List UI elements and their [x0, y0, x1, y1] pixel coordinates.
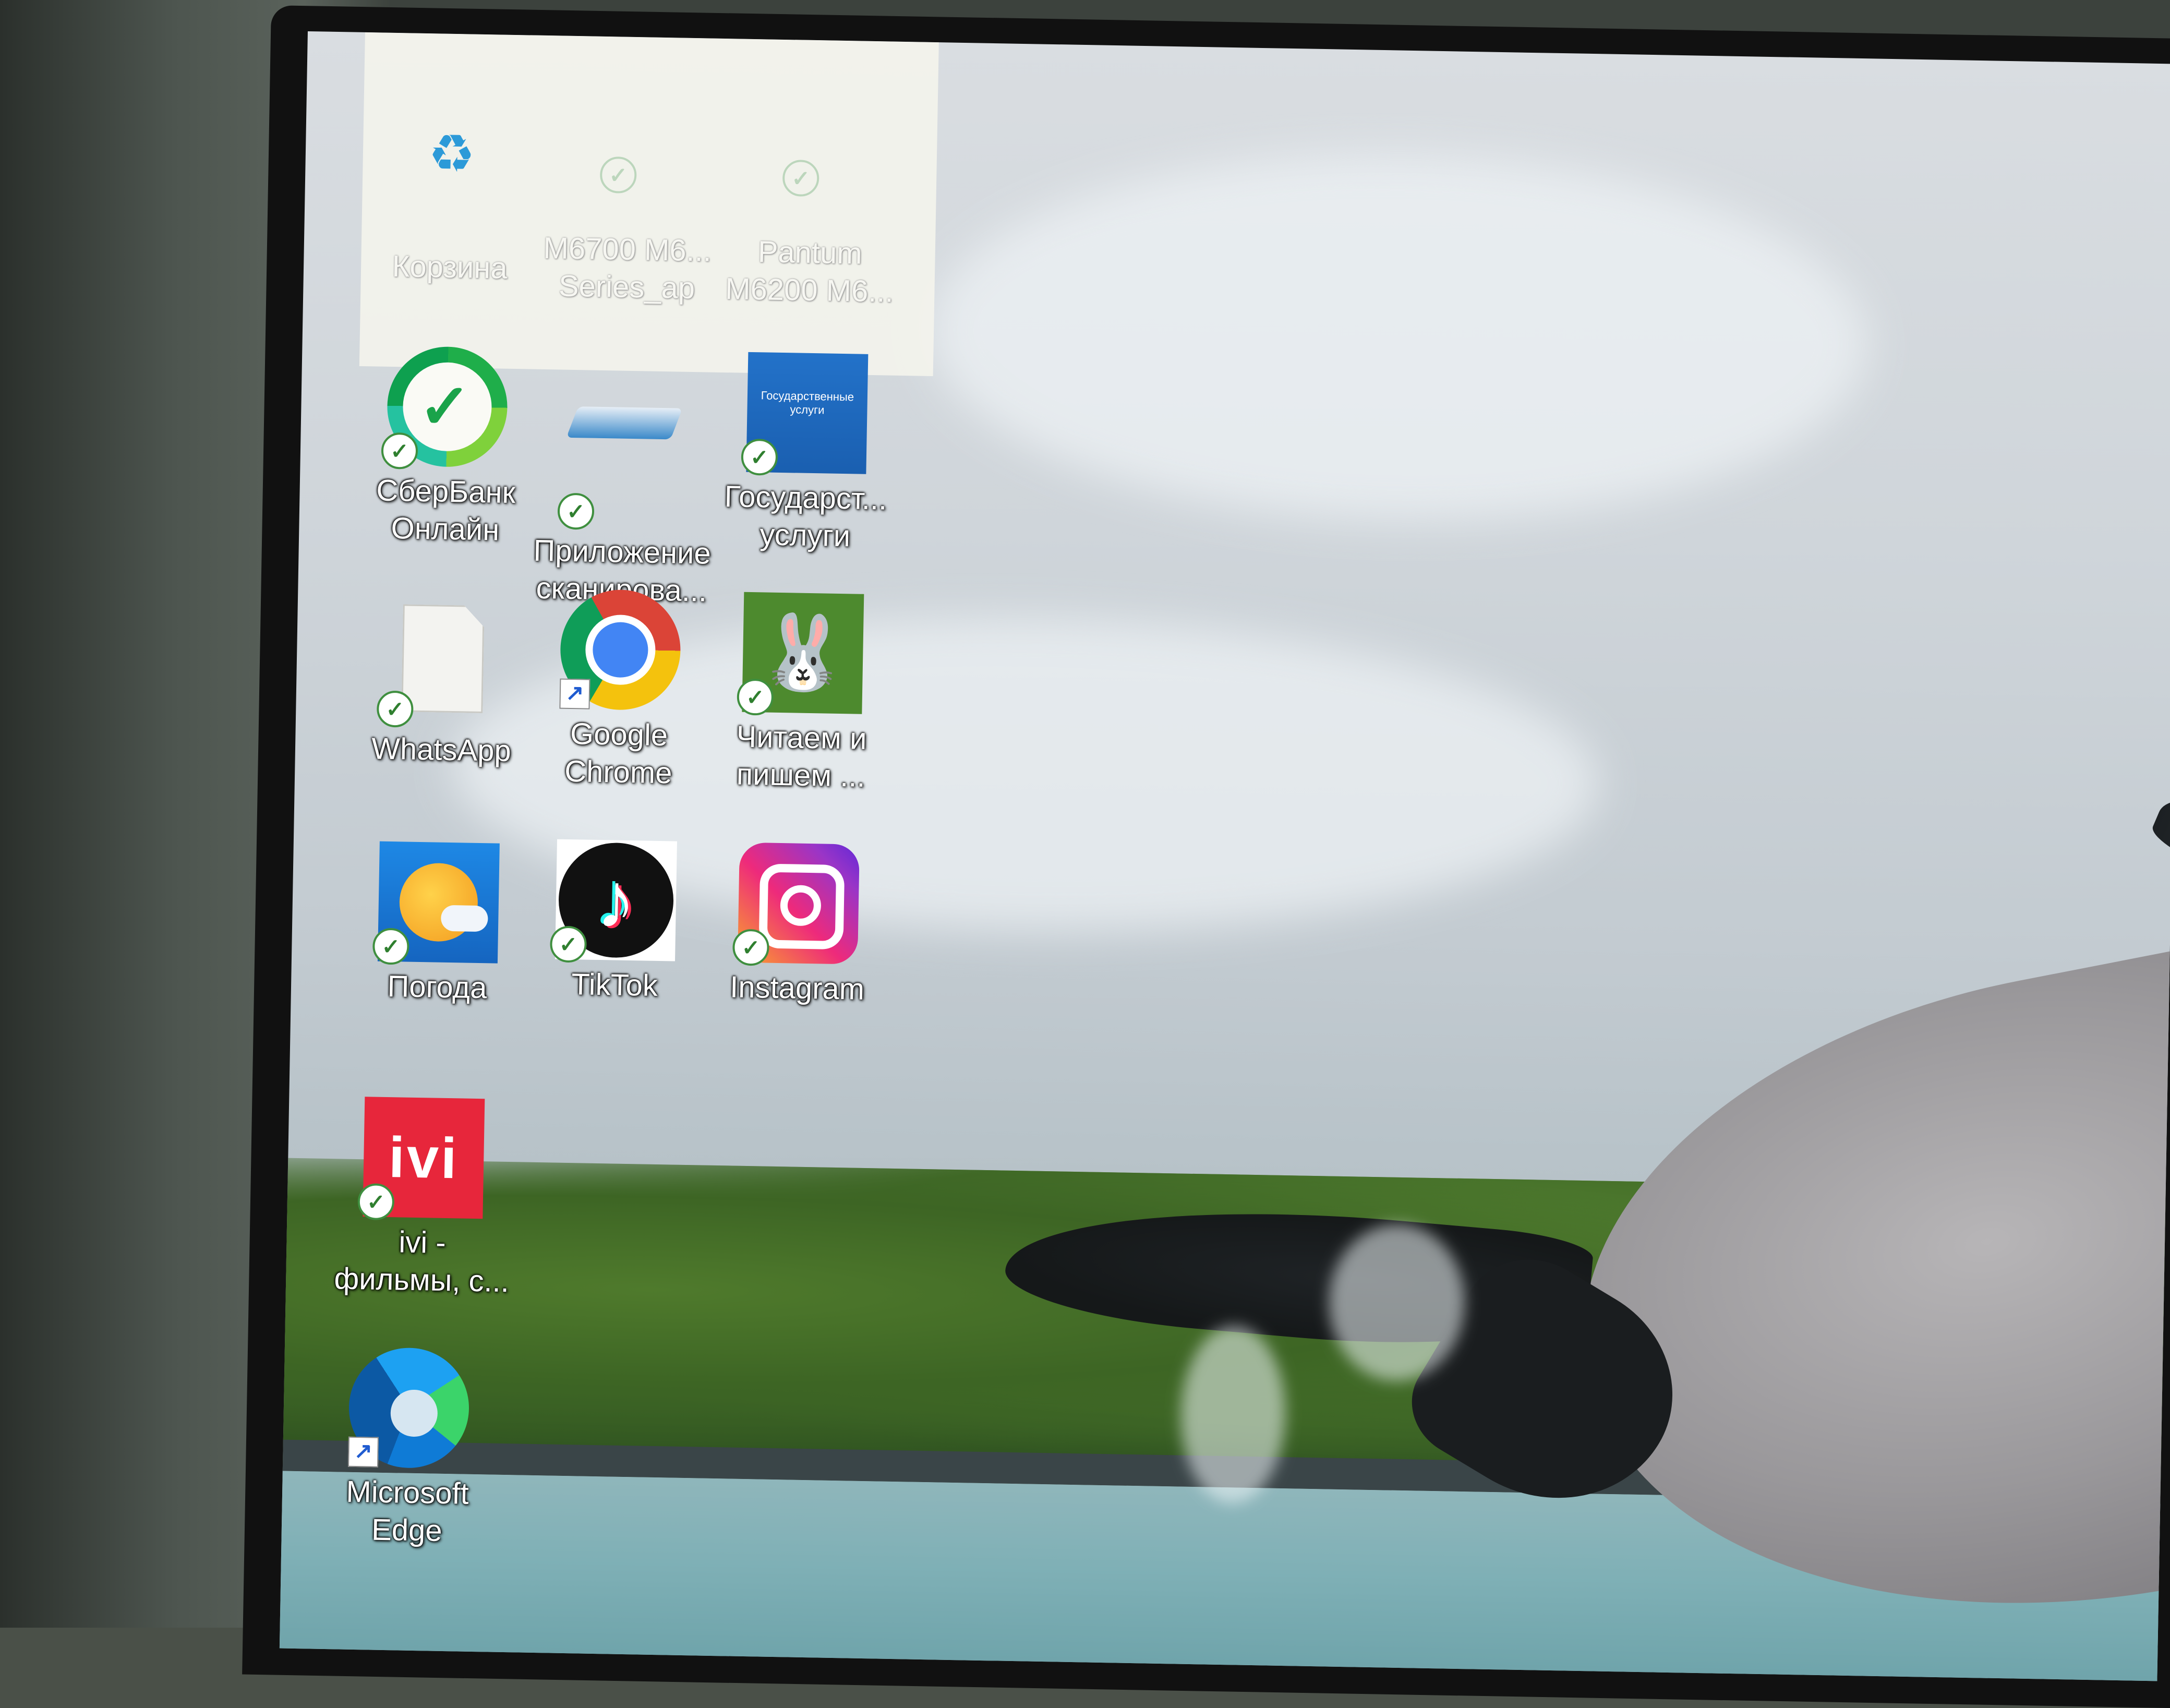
- desktop-icon-tiktok[interactable]: ♪ ✓ TikTok: [521, 838, 711, 1005]
- desktop-icon-weather[interactable]: ✓ Погода: [343, 841, 533, 1008]
- sync-status-icon: ✓: [557, 492, 595, 530]
- desktop-icon-label: Погода: [387, 969, 488, 1005]
- desktop-icon-label: ivi - фильмы, с...: [334, 1225, 510, 1299]
- sberbank-icon: ✓ ✓: [381, 345, 509, 470]
- sync-status-icon: ✓: [376, 690, 414, 728]
- desktop-icon-whatsapp[interactable]: ✓ WhatsApp: [347, 596, 538, 771]
- desktop-icon-label: Pantum M6200 M6...: [725, 235, 894, 309]
- desktop-icon-pantum[interactable]: ✓ Pantum M6200 M6...: [715, 106, 907, 311]
- desktop-icon-scanner-app[interactable]: ✓ Приложение сканирова...: [527, 348, 720, 610]
- sync-status-icon: ✓: [381, 432, 418, 470]
- tiktok-icon: ♪ ✓: [549, 839, 678, 963]
- desktop-icon-label: СберБанк Онлайн: [376, 473, 516, 547]
- edge-icon: ↗: [347, 1346, 470, 1469]
- sync-status-icon: ✓: [782, 159, 819, 197]
- shortcut-arrow-icon: ↗: [347, 1436, 379, 1468]
- scanner-icon: ✓: [557, 406, 685, 530]
- gosuslugi-icon: Государственные услуги ✓: [741, 352, 869, 476]
- chrome-icon: ↗: [559, 588, 682, 711]
- sync-status-icon: ✓: [599, 156, 637, 194]
- desktop-icon-instagram[interactable]: ✓ Instagram: [703, 842, 894, 1009]
- desktop-icon-label: Google Chrome: [564, 716, 672, 790]
- desktop-icon-recycle-bin[interactable]: ♻ Корзина: [356, 100, 547, 288]
- desktop-icon-ivi[interactable]: ivi ✓ ivi - фильмы, с...: [328, 1096, 519, 1301]
- blank-document-icon: ✓: [376, 604, 504, 728]
- desktop-icon-label: M6700 M6... Series_ap: [543, 231, 712, 306]
- desktop-icon-label: Читаем и пишем ...: [736, 719, 867, 793]
- desktop-icon-label: Корзина: [392, 249, 508, 285]
- weather-icon: ✓: [372, 841, 500, 965]
- shortcut-arrow-icon: ↗: [559, 678, 590, 709]
- desktop-screen[interactable]: ♻ Корзина ✓ M6700 M6... Series_ap ✓ Pant…: [279, 31, 2170, 1681]
- file-icon: ✓: [568, 104, 690, 226]
- file-icon: ✓: [751, 107, 873, 229]
- wallpaper-dolphin-fin: [2147, 768, 2170, 955]
- desktop-icon-reading-app[interactable]: 🐰 ✓ Читаем и пишем ...: [707, 592, 898, 796]
- desktop-icon-sberbank[interactable]: ✓ ✓ СберБанк Онлайн: [351, 345, 542, 550]
- desktop-icon-label: Instagram: [729, 970, 865, 1006]
- desktop-icon-gosuslugi[interactable]: Государственные услуги ✓ Государст... ус…: [711, 352, 902, 556]
- ivi-icon: ivi ✓: [357, 1097, 485, 1221]
- desktop-icon-label: Государст... услуги: [724, 479, 887, 554]
- desktop-icon-label: TikTok: [571, 967, 658, 1003]
- desktop-icon-label: WhatsApp: [371, 731, 512, 768]
- desktop-icon-microsoft-edge[interactable]: ↗ Microsoft Edge: [312, 1346, 504, 1551]
- desktop-icon-google-chrome[interactable]: ↗ Google Chrome: [524, 588, 716, 793]
- desktop-icon-m6700-series[interactable]: ✓ M6700 M6... Series_ap: [533, 103, 724, 308]
- reading-app-icon: 🐰 ✓: [737, 592, 864, 716]
- recycle-bin-icon: ♻: [428, 124, 476, 184]
- desktop-icon-label: Microsoft Edge: [345, 1474, 469, 1548]
- instagram-icon: ✓: [732, 842, 860, 966]
- wallpaper-cloud: [925, 146, 1871, 528]
